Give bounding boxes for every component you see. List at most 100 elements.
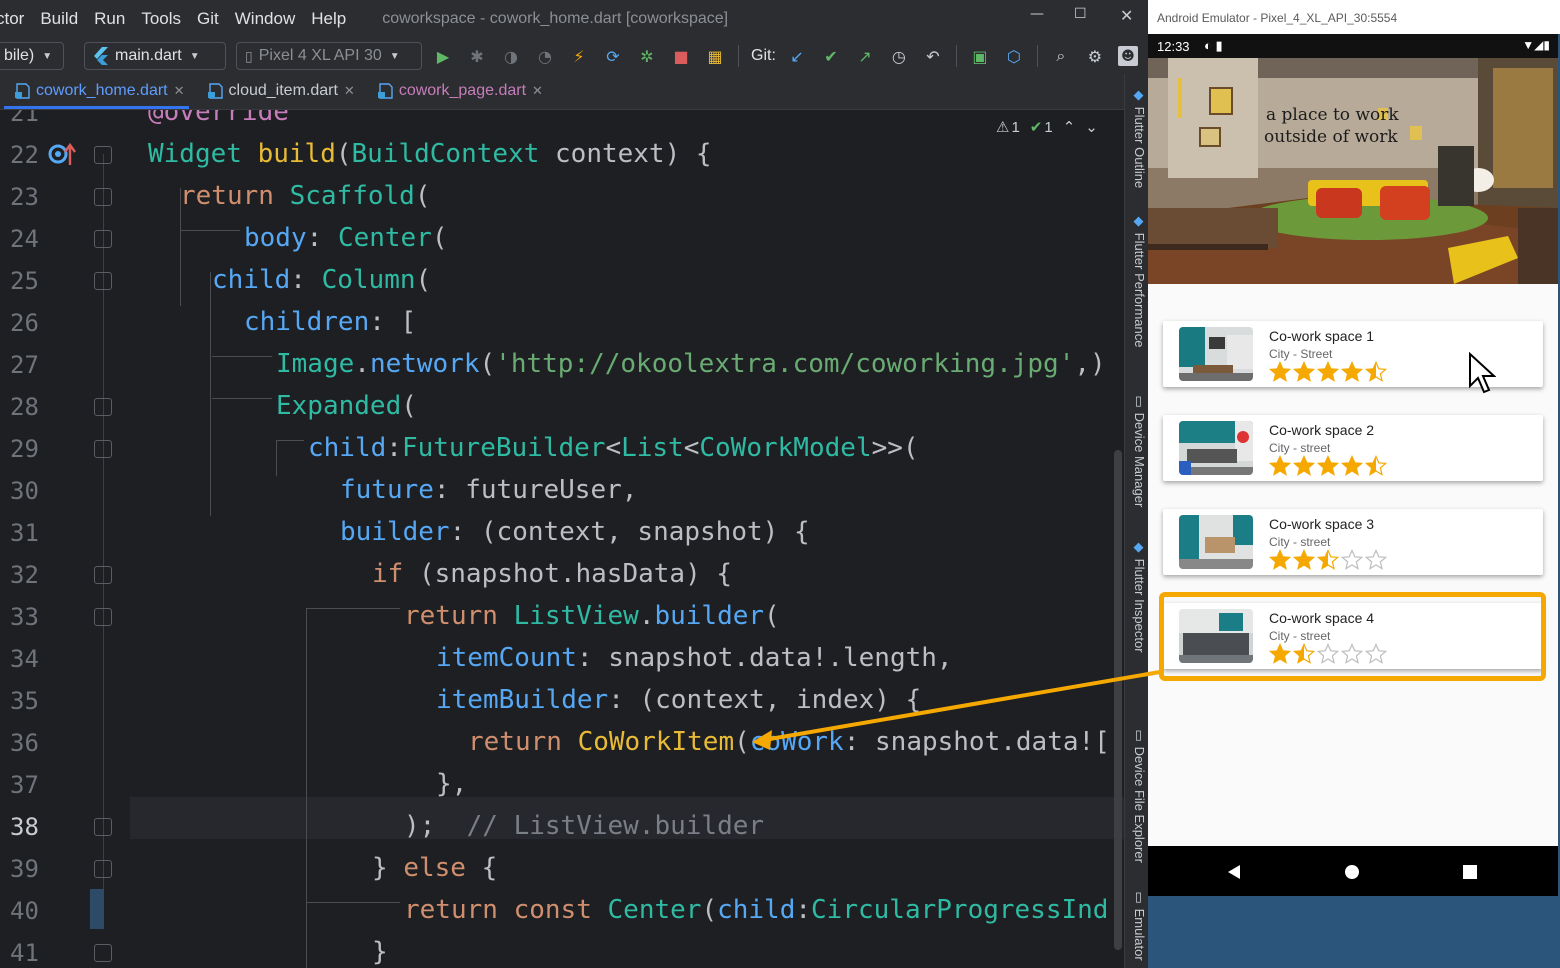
attach-debugger-icon[interactable]: ✲ [636,45,658,67]
line-number: 31 [10,519,39,547]
override-gutter-icon[interactable] [48,141,78,167]
tool-flutter-inspector[interactable]: ◆ Flutter Inspector [1127,540,1147,653]
git-history-icon[interactable]: ◷ [888,45,910,67]
minimize-icon[interactable]: — [1030,6,1044,22]
close-tab-icon[interactable]: ✕ [344,83,355,99]
code-token: @override [148,110,289,127]
fold-marker[interactable] [94,608,112,626]
settings-gear-icon[interactable]: ⚙ [1084,45,1106,67]
fold-marker[interactable] [94,944,112,962]
tool-emulator[interactable]: ▯ Emulator [1127,890,1147,961]
home-icon[interactable] [1344,864,1360,880]
code-token: ( [335,139,352,169]
menu-refactor[interactable]: ctor [0,9,24,29]
vcs-change-marker[interactable] [90,889,104,929]
git-rollback-icon[interactable]: ↶ [922,45,944,67]
code-line[interactable]: Expanded( [276,385,417,427]
device-mirror-icon[interactable]: ▣ [969,45,991,67]
previous-highlight-icon[interactable]: ⌃ [1063,118,1076,136]
sdk-manager-icon[interactable]: ⬡ [1003,45,1025,67]
editor-scrollbar[interactable] [1114,450,1122,950]
close-tab-icon[interactable]: ✕ [532,83,543,99]
code-line[interactable]: if (snapshot.hasData) { [372,553,732,595]
run-config-selector[interactable]: main.dart ▼ [84,42,226,70]
tab-cowork-home[interactable]: cowork_home.dart ✕ [0,73,193,109]
star-full-icon [1293,455,1315,476]
phone-screen[interactable]: 12:33 ◐ ▮ ▼◢▮ a place to work outside of… [1148,34,1558,896]
profile-icon[interactable]: ◔ [534,45,556,67]
code-line[interactable]: itemCount: snapshot.data!.length, [436,637,953,679]
code-line[interactable]: children: [ [244,301,416,343]
maximize-icon[interactable]: ☐ [1074,6,1087,22]
fold-marker[interactable] [94,440,112,458]
notification-icons: ◐ ▮ [1204,38,1223,53]
code-line[interactable]: future: futureUser, [340,469,637,511]
fold-marker[interactable] [94,188,112,206]
menu-run[interactable]: Run [94,9,125,29]
code-line[interactable]: return Scaffold( [180,175,430,217]
tool-device-file-explorer[interactable]: ▯ Device File Explorer [1127,728,1147,863]
code-line[interactable]: } else { [372,847,497,889]
editor-gutter: 21 22 23 24 25 26 27 28 29 30 31 32 33 34 35 36 37 38 39 40… [0,110,130,968]
fold-marker[interactable] [94,146,112,164]
git-commit-icon[interactable]: ✔ [820,45,842,67]
menu-window[interactable]: Window [235,9,295,29]
code-line[interactable]: body: Center( [244,217,448,259]
menu-build[interactable]: Build [40,9,78,29]
menu-help[interactable]: Help [311,9,346,29]
code-line[interactable]: }, [436,763,467,805]
tool-flutter-performance[interactable]: ◆ Flutter Performance [1127,214,1147,348]
menu-git[interactable]: Git [197,9,219,29]
code-line[interactable]: child: Column( [212,259,431,301]
code-line[interactable]: Image.network('http://okoolextra.com/cow… [276,343,1106,385]
tab-cloud-item[interactable]: cloud_item.dart ✕ [193,73,363,109]
code-line[interactable]: itemBuilder: (context, index) { [436,679,921,721]
code-line[interactable]: return const Center(child:CircularProgre… [404,889,1108,931]
close-window-icon[interactable]: ✕ [1120,6,1133,25]
hot-reload-icon[interactable]: ⚡ [568,45,590,67]
devtools-icon[interactable]: ▦ [704,45,726,67]
hot-restart-icon[interactable]: ⟳ [602,45,624,67]
code-line[interactable]: Widget build(BuildContext context) { [148,133,712,175]
code-line[interactable]: @override [148,110,289,133]
device-selector[interactable]: ▯ Pixel 4 XL API 30 ▼ [236,42,422,70]
fold-marker[interactable] [94,230,112,248]
menu-tools[interactable]: Tools [141,9,181,29]
fold-marker[interactable] [94,398,112,416]
toolbar-separator [1036,45,1038,67]
code-line[interactable]: builder: (context, snapshot) { [340,511,810,553]
cowork-subtitle: City - Street [1269,347,1333,361]
fold-marker[interactable] [94,566,112,584]
target-selector[interactable]: bile) ▼ [0,42,64,70]
code-token: < [605,433,622,463]
code-line[interactable]: return ListView.builder( [404,595,780,637]
tool-device-manager[interactable]: ▯ Device Manager [1127,394,1147,507]
tool-flutter-outline[interactable]: ◆ Flutter Outline [1127,88,1147,188]
code-line[interactable]: ); // ListView.builder [404,805,764,847]
code-editor[interactable]: 21 22 23 24 25 26 27 28 29 30 31 32 33 34 35 36 37 38 39 40… [0,110,1124,968]
code-token: future [340,475,434,505]
debug-icon[interactable]: ✱ [466,45,488,67]
fold-marker[interactable] [94,860,112,878]
stop-icon[interactable]: ■ [670,45,692,67]
git-update-icon[interactable]: ↙ [786,45,808,67]
next-highlight-icon[interactable]: ⌄ [1085,118,1098,136]
search-icon[interactable]: ⌕ [1050,45,1072,67]
cowork-list-item-2[interactable]: Co-work space 2 City - street [1163,415,1543,481]
run-icon[interactable]: ▶ [432,45,454,67]
close-tab-icon[interactable]: ✕ [174,83,185,99]
code-token: CoWorkItem [577,727,735,757]
fold-marker[interactable] [94,818,112,836]
code-line[interactable]: child:FutureBuilder<List<CoWorkModel>>( [308,427,919,469]
inspections-widget[interactable]: ⚠ 1 ✔ 1 ⌃ ⌄ [996,118,1108,137]
back-icon[interactable] [1226,864,1242,880]
coverage-icon[interactable]: ◑ [500,45,522,67]
code-line[interactable]: } [372,931,388,968]
avatar[interactable]: ☻ [1117,46,1138,66]
cowork-list-item-3[interactable]: Co-work space 3 City - street [1163,509,1543,575]
overview-icon[interactable] [1462,864,1478,880]
tab-cowork-page[interactable]: cowork_page.dart ✕ [363,73,551,109]
fold-marker[interactable] [94,272,112,290]
code-line[interactable]: return CoWorkItem(coWork: snapshot.data!… [468,721,1110,763]
git-push-icon[interactable]: ↗ [854,45,876,67]
